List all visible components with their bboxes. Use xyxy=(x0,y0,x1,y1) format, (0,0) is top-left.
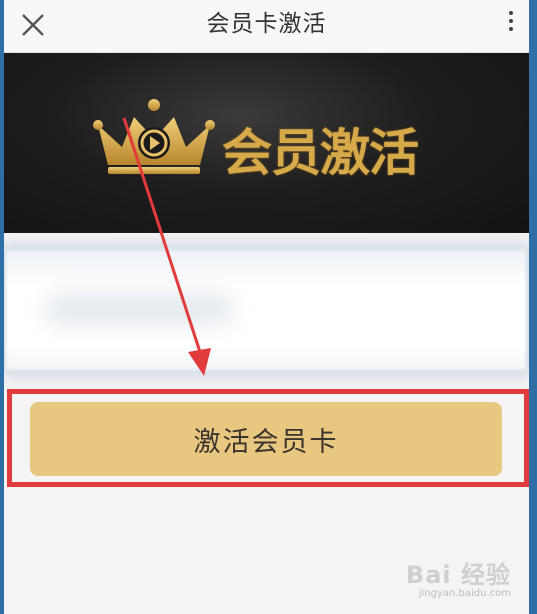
annotation-arrow xyxy=(122,117,211,376)
